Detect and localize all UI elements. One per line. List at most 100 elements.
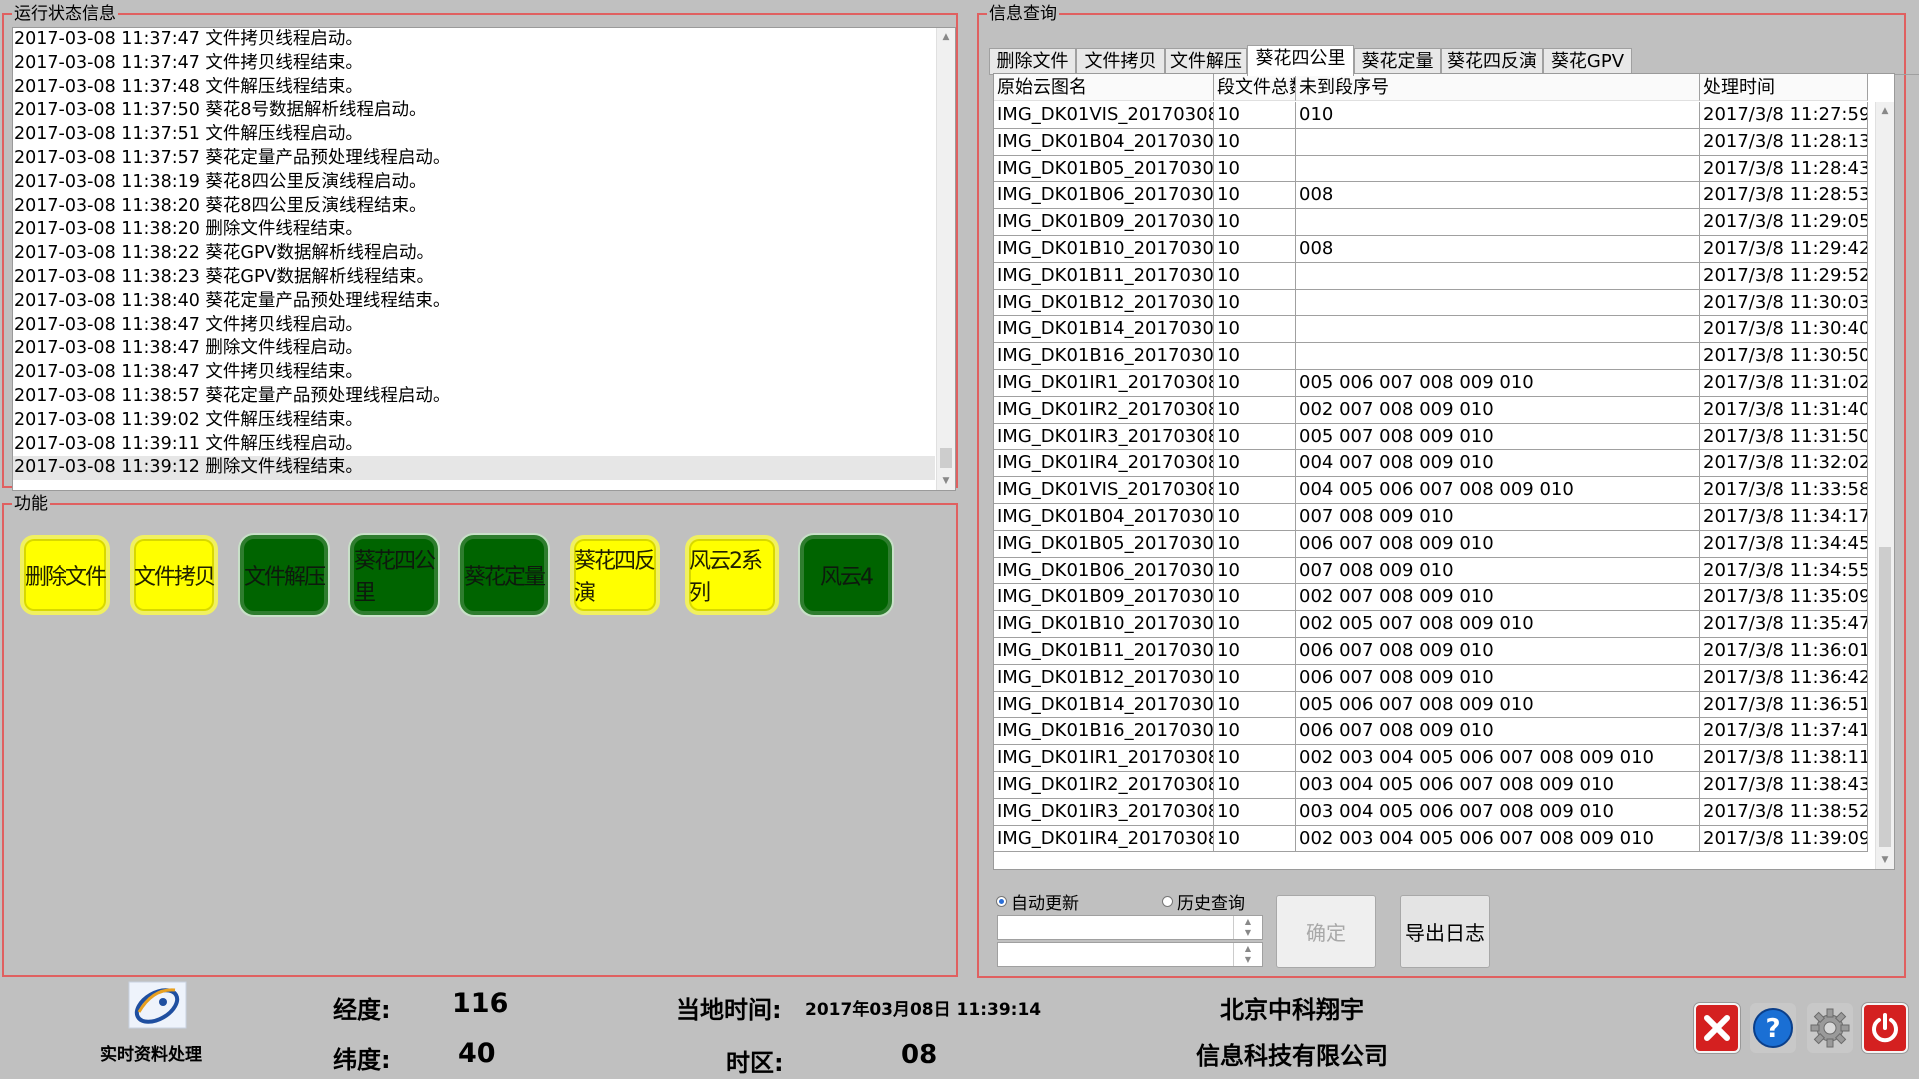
- tab[interactable]: 葵花四公里: [1247, 45, 1354, 76]
- table-cell: IMG_DK01IR1_201703080330: [994, 745, 1214, 772]
- end-date-picker[interactable]: ▲ ▼: [997, 942, 1263, 967]
- scroll-thumb[interactable]: [1879, 547, 1891, 847]
- export-log-button[interactable]: 导出日志: [1400, 895, 1490, 968]
- settings-button[interactable]: [1807, 1003, 1853, 1053]
- table-cell: [1296, 262, 1700, 290]
- function-button[interactable]: 葵花定量: [460, 535, 548, 615]
- confirm-button-label: 确定: [1306, 921, 1346, 945]
- table-scrollbar[interactable]: ▲ ▼: [1875, 102, 1894, 869]
- log-line[interactable]: 2017-03-08 11:37:47 文件拷贝线程启动。: [13, 28, 935, 52]
- log-line[interactable]: 2017-03-08 11:37:51 文件解压线程启动。: [13, 123, 935, 147]
- tab[interactable]: 葵花四反演: [1441, 48, 1543, 75]
- table-cell: 2017/3/8 11:30:40: [1700, 316, 1868, 344]
- scroll-up-arrow-icon[interactable]: ▲: [937, 28, 955, 46]
- function-button[interactable]: 删除文件: [20, 535, 110, 615]
- info-table[interactable]: 原始云图名段文件总数未到段序号处理时间 IMG_DK01VIS_20170308…: [993, 73, 1895, 870]
- table-cell: 10: [1214, 450, 1296, 478]
- log-list-box[interactable]: 2017-03-08 11:37:47 文件拷贝线程启动。 2017-03-08 …: [12, 27, 956, 491]
- function-button[interactable]: 文件解压: [240, 535, 328, 615]
- log-line[interactable]: 2017-03-08 11:38:57 葵花定量产品预处理线程启动。: [13, 385, 935, 409]
- history-query-label: 历史查询: [1177, 894, 1245, 914]
- table-cell: 2017/3/8 11:34:17: [1700, 504, 1868, 531]
- info-panel-title: 信息查询: [987, 4, 1059, 24]
- table-cell: 2017/3/8 11:28:13: [1700, 128, 1868, 156]
- table-cell: 2017/3/8 11:29:42: [1700, 236, 1868, 263]
- table-cell: IMG_DK01B04_201703080310: [994, 128, 1214, 156]
- logo-icon: [128, 981, 187, 1029]
- log-scrollbar[interactable]: ▲ ▼: [936, 28, 955, 490]
- tab[interactable]: 文件解压: [1165, 48, 1247, 75]
- export-log-button-label: 导出日志: [1405, 921, 1485, 945]
- column-header[interactable]: 原始云图名: [994, 74, 1214, 101]
- function-button-label: 删除文件: [24, 565, 107, 590]
- function-button[interactable]: 葵花四公里: [350, 535, 438, 615]
- help-button[interactable]: ?: [1750, 1003, 1796, 1053]
- start-date-spinner[interactable]: ▲ ▼: [1233, 916, 1262, 939]
- table-cell: 002 007 008 009 010: [1296, 396, 1700, 424]
- history-query-radio[interactable]: 历史查询: [1162, 889, 1245, 914]
- table-cell: IMG_DK01VIS_201703080320: [994, 477, 1214, 504]
- table-cell: 10: [1214, 530, 1296, 558]
- log-line[interactable]: 2017-03-08 11:37:57 葵花定量产品预处理线程启动。: [13, 147, 935, 171]
- auto-update-radio[interactable]: 自动更新: [996, 889, 1079, 914]
- table-cell: 2017/3/8 11:31:02: [1700, 370, 1868, 397]
- table-cell: IMG_DK01B06_201703080320: [994, 557, 1214, 585]
- table-cell: 10: [1214, 798, 1296, 826]
- function-button[interactable]: 风云2系列: [685, 535, 779, 615]
- table-cell: IMG_DK01B09_201703080310: [994, 209, 1214, 236]
- log-line[interactable]: 2017-03-08 11:38:47 文件拷贝线程结束。: [13, 361, 935, 385]
- tab[interactable]: 文件拷贝: [1076, 48, 1165, 75]
- table-cell: 10: [1214, 611, 1296, 638]
- column-header[interactable]: 未到段序号: [1296, 74, 1700, 101]
- log-line[interactable]: 2017-03-08 11:38:20 葵花8四公里反演线程结束。: [13, 195, 935, 219]
- tab[interactable]: 葵花GPV: [1543, 48, 1632, 75]
- log-line[interactable]: 2017-03-08 11:38:47 删除文件线程启动。: [13, 337, 935, 361]
- svg-text:?: ?: [1765, 1014, 1780, 1044]
- function-button[interactable]: 文件拷贝: [130, 535, 218, 615]
- log-line[interactable]: 2017-03-08 11:39:12 删除文件线程结束。: [13, 456, 935, 481]
- table-cell: IMG_DK01IR2_201703080330: [994, 772, 1214, 799]
- table-cell: IMG_DK01IR4_201703080330: [994, 825, 1214, 853]
- table-cell: IMG_DK01B12_201703080320: [994, 664, 1214, 692]
- log-line[interactable]: 2017-03-08 11:37:50 葵花8号数据解析线程启动。: [13, 99, 935, 123]
- table-cell: IMG_DK01B12_201703080310: [994, 289, 1214, 317]
- tab[interactable]: 删除文件: [989, 48, 1076, 75]
- table-cell: 2017/3/8 11:29:05: [1700, 209, 1868, 236]
- scroll-down-arrow-icon[interactable]: ▼: [1876, 851, 1894, 869]
- table-cell: [1296, 155, 1700, 183]
- start-date-picker[interactable]: ▲ ▼: [997, 915, 1263, 940]
- scroll-up-arrow-icon[interactable]: ▲: [1876, 102, 1894, 120]
- log-line[interactable]: 2017-03-08 11:37:47 文件拷贝线程结束。: [13, 52, 935, 76]
- timezone-value: 08: [901, 1040, 938, 1070]
- scroll-down-arrow-icon[interactable]: ▼: [937, 472, 955, 490]
- log-line[interactable]: 2017-03-08 11:39:02 文件解压线程结束。: [13, 409, 935, 433]
- table-cell: 010: [1296, 102, 1700, 129]
- local-time-value: 2017年03月08日 11:39:14: [805, 1000, 1042, 1020]
- confirm-button[interactable]: 确定: [1276, 895, 1376, 968]
- log-line[interactable]: 2017-03-08 11:38:40 葵花定量产品预处理线程结束。: [13, 290, 935, 314]
- table-cell: 003 004 005 006 007 008 009 010: [1296, 798, 1700, 826]
- end-date-spinner[interactable]: ▲ ▼: [1233, 943, 1262, 966]
- log-line[interactable]: 2017-03-08 11:37:48 文件解压线程结束。: [13, 76, 935, 100]
- table-cell: IMG_DK01B10_201703080310: [994, 236, 1214, 263]
- tab[interactable]: 葵花定量: [1354, 48, 1441, 75]
- table-cell: IMG_DK01B09_201703080320: [994, 584, 1214, 612]
- log-line[interactable]: 2017-03-08 11:38:47 文件拷贝线程启动。: [13, 314, 935, 338]
- log-line[interactable]: 2017-03-08 11:38:19 葵花8四公里反演线程启动。: [13, 171, 935, 195]
- log-line[interactable]: 2017-03-08 11:38:20 删除文件线程结束。: [13, 218, 935, 242]
- local-time-label: 当地时间:: [676, 996, 782, 1024]
- function-button[interactable]: 葵花四反演: [570, 535, 660, 615]
- history-query-radio-dot[interactable]: [1162, 896, 1173, 907]
- log-line[interactable]: 2017-03-08 11:38:23 葵花GPV数据解析线程结束。: [13, 266, 935, 290]
- function-button[interactable]: 风云4: [800, 535, 892, 615]
- column-header[interactable]: 段文件总数: [1214, 74, 1296, 101]
- column-header[interactable]: 处理时间: [1700, 74, 1868, 101]
- log-line[interactable]: 2017-03-08 11:39:11 文件解压线程启动。: [13, 433, 935, 457]
- scroll-thumb[interactable]: [940, 448, 952, 468]
- log-line[interactable]: 2017-03-08 11:38:22 葵花GPV数据解析线程启动。: [13, 242, 935, 266]
- table-cell: IMG_DK01VIS_201703080310: [994, 102, 1214, 129]
- power-button[interactable]: [1862, 1003, 1908, 1053]
- close-button[interactable]: [1694, 1003, 1740, 1053]
- auto-update-radio-dot[interactable]: [996, 896, 1007, 907]
- table-cell: 2017/3/8 11:29:52: [1700, 262, 1868, 290]
